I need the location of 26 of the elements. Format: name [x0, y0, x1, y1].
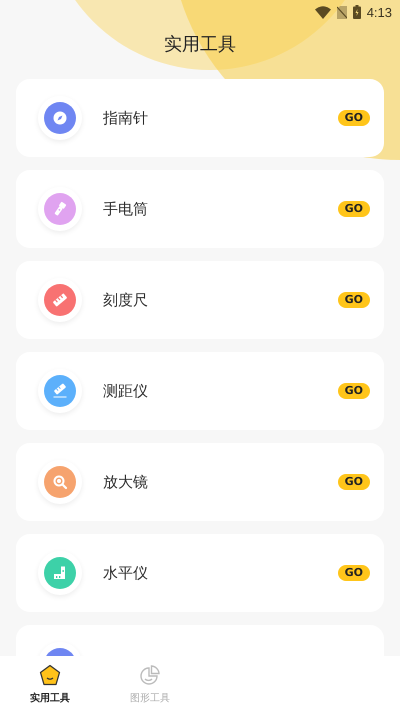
- tool-name: 刻度尺: [103, 290, 149, 310]
- go-button[interactable]: GO: [338, 292, 370, 308]
- go-button[interactable]: GO: [338, 474, 370, 490]
- tool-name: 手电筒: [103, 200, 149, 218]
- tool-card[interactable]: 手电筒 GO: [16, 170, 384, 248]
- tool-card[interactable]: 指南针 GO: [16, 79, 384, 157]
- pie-chart-icon: [139, 664, 161, 686]
- tool-card[interactable]: 水平仪 GO: [16, 534, 384, 612]
- page-title: 实用工具: [164, 33, 236, 56]
- pentagon-face-icon: [39, 664, 61, 686]
- go-button[interactable]: GO: [338, 565, 370, 581]
- tool-card[interactable]: 放大镜 GO: [16, 443, 384, 521]
- tool-name: 指南针: [103, 108, 149, 128]
- go-button[interactable]: GO: [338, 383, 370, 399]
- tab[interactable]: 实用工具: [0, 656, 100, 712]
- go-button[interactable]: GO: [338, 110, 370, 126]
- no-sim-icon: [336, 6, 347, 18]
- battery-icon: [352, 5, 361, 19]
- go-button[interactable]: GO: [338, 201, 370, 217]
- tool-name: 测距仪: [103, 382, 149, 400]
- tool-name: 放大镜: [103, 472, 149, 492]
- clock: 4:13: [366, 4, 392, 20]
- tool-card[interactable]: 测距仪 GO: [16, 352, 384, 430]
- tool-name: 水平仪: [103, 564, 149, 582]
- wifi-icon: [314, 6, 331, 18]
- tool-card[interactable]: 刻度尺 GO: [16, 261, 384, 339]
